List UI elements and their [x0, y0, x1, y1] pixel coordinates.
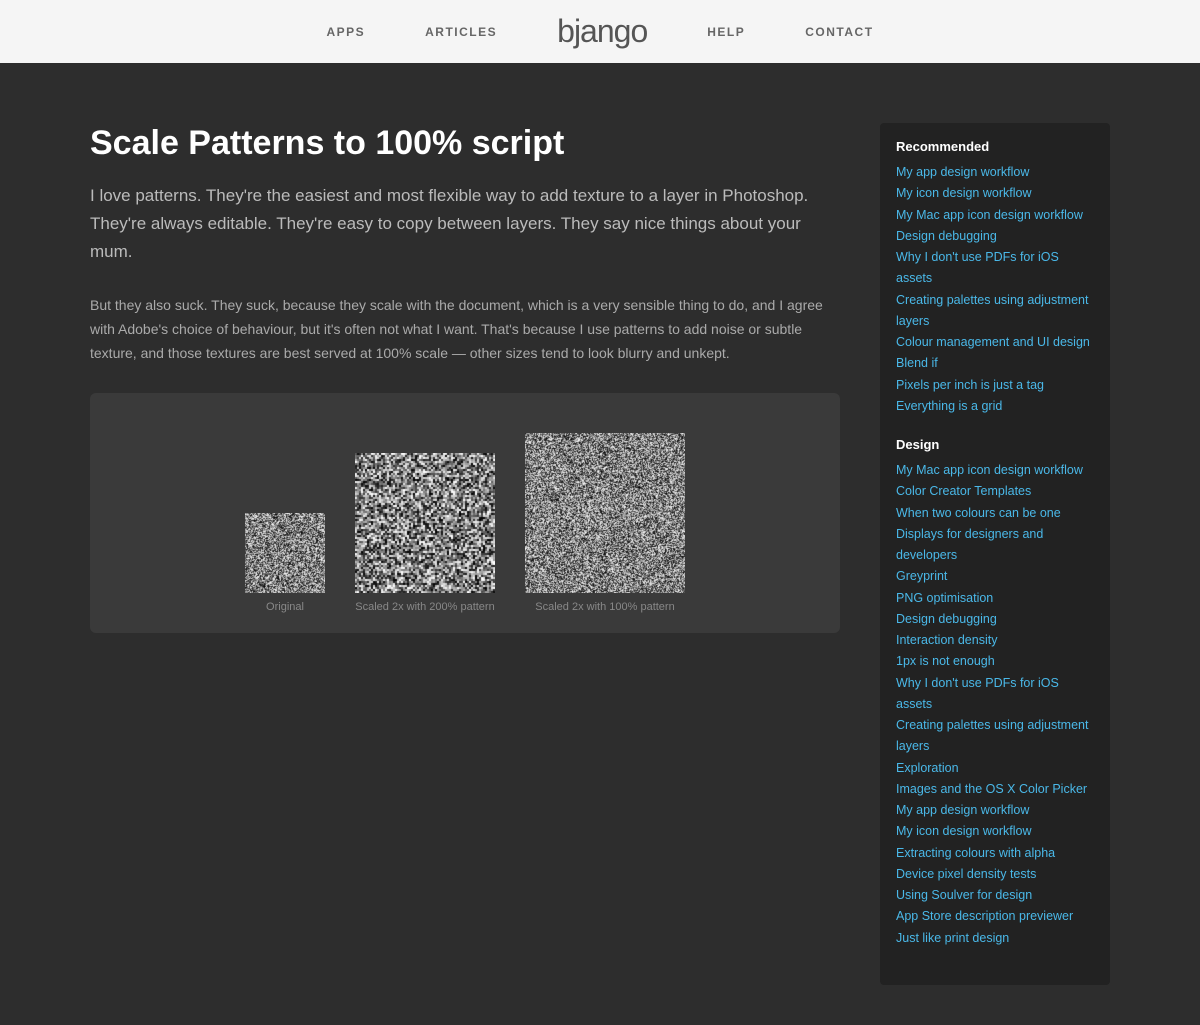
sidebar: RecommendedMy app design workflowMy icon… [880, 123, 1110, 985]
sidebar-link-0-0[interactable]: My app design workflow [896, 162, 1094, 183]
sidebar-link-1-0[interactable]: My Mac app icon design workflow [896, 460, 1094, 481]
sidebar-link-1-8[interactable]: 1px is not enough [896, 651, 1094, 672]
sidebar-link-1-3[interactable]: Displays for designers and developers [896, 524, 1094, 567]
main-content: Scale Patterns to 100% script I love pat… [70, 63, 1130, 1025]
sidebar-link-1-6[interactable]: Design debugging [896, 609, 1094, 630]
sidebar-link-1-2[interactable]: When two colours can be one [896, 503, 1094, 524]
nav-articles[interactable]: ARTICLES [425, 25, 497, 39]
sidebar-link-0-8[interactable]: Pixels per inch is just a tag [896, 375, 1094, 396]
article-intro: I love patterns. They're the easiest and… [90, 182, 840, 266]
pattern-100: Scaled 2x with 100% pattern [525, 433, 685, 613]
sidebar-link-1-17[interactable]: Using Soulver for design [896, 885, 1094, 906]
sidebar-link-1-16[interactable]: Device pixel density tests [896, 864, 1094, 885]
site-logo[interactable]: bjango [557, 13, 647, 50]
sidebar-link-0-3[interactable]: Design debugging [896, 226, 1094, 247]
sidebar-link-1-1[interactable]: Color Creator Templates [896, 481, 1094, 502]
sidebar-link-1-9[interactable]: Why I don't use PDFs for iOS assets [896, 673, 1094, 716]
pattern-200: Scaled 2x with 200% pattern [355, 453, 495, 613]
image-block: Original Scaled 2x with 200% pattern Sca… [90, 393, 840, 633]
sidebar-link-1-14[interactable]: My icon design workflow [896, 821, 1094, 842]
sidebar-link-0-1[interactable]: My icon design workflow [896, 183, 1094, 204]
sidebar-link-0-9[interactable]: Everything is a grid [896, 396, 1094, 417]
sidebar-section-1: Design My Mac app icon design workflowCol… [896, 437, 1094, 949]
nav-contact[interactable]: CONTACT [805, 25, 873, 39]
main-nav: APPS ARTICLES bjango HELP CONTACT [326, 13, 873, 50]
article-body: But they also suck. They suck, because t… [90, 294, 840, 365]
sidebar-link-1-12[interactable]: Images and the OS X Color Picker [896, 779, 1094, 800]
pattern-canvas-100 [525, 433, 685, 593]
sidebar-section-0: Recommended My app design workflowMy icon… [896, 139, 1094, 417]
sidebar-link-0-7[interactable]: Blend if [896, 353, 1094, 374]
nav-apps[interactable]: APPS [326, 25, 365, 39]
sidebar-link-1-4[interactable]: Greyprint [896, 566, 1094, 587]
sidebar-link-1-18[interactable]: App Store description previewer [896, 906, 1094, 927]
pattern-label-100: Scaled 2x with 100% pattern [535, 601, 674, 613]
article-title: Scale Patterns to 100% script [90, 123, 840, 164]
header: APPS ARTICLES bjango HELP CONTACT [0, 0, 1200, 63]
sidebar-link-0-5[interactable]: Creating palettes using adjustment layer… [896, 290, 1094, 333]
nav-help[interactable]: HELP [707, 25, 745, 39]
sidebar-link-1-13[interactable]: My app design workflow [896, 800, 1094, 821]
sidebar-link-1-5[interactable]: PNG optimisation [896, 588, 1094, 609]
sidebar-link-1-19[interactable]: Just like print design [896, 928, 1094, 949]
sidebar-link-1-7[interactable]: Interaction density [896, 630, 1094, 651]
pattern-original: Original [245, 513, 325, 613]
sidebar-link-0-2[interactable]: My Mac app icon design workflow [896, 205, 1094, 226]
sidebar-section-title-1: Design [896, 437, 1094, 452]
sidebar-link-1-11[interactable]: Exploration [896, 758, 1094, 779]
sidebar-section-title-0: Recommended [896, 139, 1094, 154]
pattern-canvas-original [245, 513, 325, 593]
pattern-label-200: Scaled 2x with 200% pattern [355, 601, 494, 613]
sidebar-link-0-6[interactable]: Colour management and UI design [896, 332, 1094, 353]
sidebar-link-1-15[interactable]: Extracting colours with alpha [896, 843, 1094, 864]
sidebar-link-0-4[interactable]: Why I don't use PDFs for iOS assets [896, 247, 1094, 290]
sidebar-link-1-10[interactable]: Creating palettes using adjustment layer… [896, 715, 1094, 758]
article: Scale Patterns to 100% script I love pat… [90, 123, 840, 985]
pattern-canvas-200 [355, 453, 495, 593]
pattern-label-original: Original [266, 601, 304, 613]
